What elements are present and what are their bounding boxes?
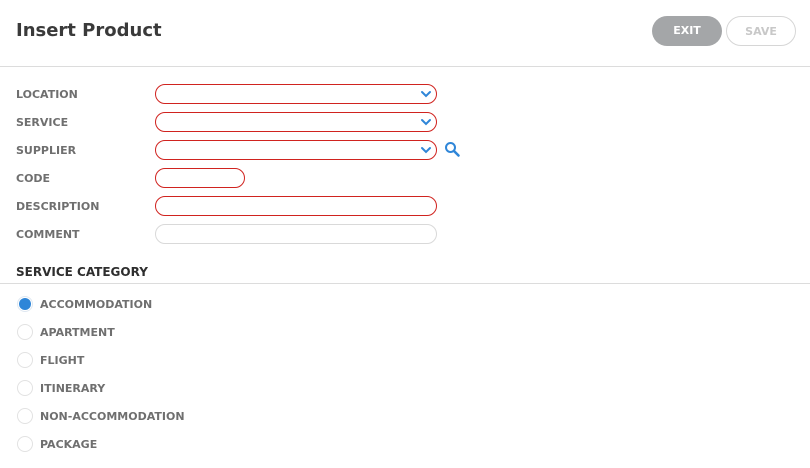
radio-button[interactable] <box>17 380 33 396</box>
service-select[interactable] <box>155 112 437 132</box>
radio-apartment[interactable]: APARTMENT <box>0 323 400 343</box>
chevron-down-icon <box>421 91 431 98</box>
radio-label: NON-ACCOMMODATION <box>40 410 185 423</box>
search-icon[interactable] <box>444 141 460 157</box>
radio-package[interactable]: PACKAGE <box>0 435 400 455</box>
supplier-row: SUPPLIER <box>0 140 810 162</box>
description-input[interactable] <box>155 196 437 216</box>
radio-accommodation[interactable]: ACCOMMODATION <box>0 295 400 315</box>
service-row: SERVICE <box>0 112 810 134</box>
radio-button[interactable] <box>17 324 33 340</box>
radio-button[interactable] <box>17 436 33 452</box>
service-category-title: SERVICE CATEGORY <box>16 265 148 279</box>
radio-label: ITINERARY <box>40 382 106 395</box>
comment-label: COMMENT <box>16 228 80 241</box>
description-label: DESCRIPTION <box>16 200 100 213</box>
page-title: Insert Product <box>16 20 162 41</box>
exit-button[interactable]: EXIT <box>652 16 722 46</box>
description-row: DESCRIPTION <box>0 196 810 218</box>
location-select[interactable] <box>155 84 437 104</box>
supplier-label: SUPPLIER <box>16 144 77 157</box>
location-label: LOCATION <box>16 88 78 101</box>
comment-input[interactable] <box>155 224 437 244</box>
radio-itinerary[interactable]: ITINERARY <box>0 379 400 399</box>
radio-non-accommodation[interactable]: NON-ACCOMMODATION <box>0 407 400 427</box>
radio-flight[interactable]: FLIGHT <box>0 351 400 371</box>
divider <box>0 283 810 284</box>
radio-label: PACKAGE <box>40 438 98 451</box>
code-input[interactable] <box>155 168 245 188</box>
header: Insert Product EXIT SAVE <box>0 0 810 67</box>
save-button[interactable]: SAVE <box>726 16 796 46</box>
chevron-down-icon <box>421 119 431 126</box>
code-row: CODE <box>0 168 810 190</box>
comment-row: COMMENT <box>0 224 810 246</box>
chevron-down-icon <box>421 147 431 154</box>
location-row: LOCATION <box>0 84 810 106</box>
radio-button[interactable] <box>17 296 33 312</box>
service-label: SERVICE <box>16 116 69 129</box>
radio-label: ACCOMMODATION <box>40 298 153 311</box>
radio-label: FLIGHT <box>40 354 85 367</box>
radio-label: APARTMENT <box>40 326 115 339</box>
radio-button[interactable] <box>17 408 33 424</box>
code-label: CODE <box>16 172 51 185</box>
radio-button[interactable] <box>17 352 33 368</box>
supplier-select[interactable] <box>155 140 437 160</box>
